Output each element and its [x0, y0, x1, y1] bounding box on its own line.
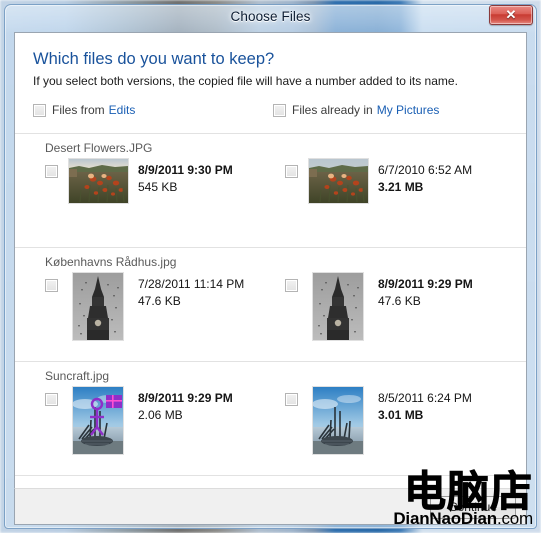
file-version-right[interactable]: 8/9/2011 9:29 PM 47.6 KB [285, 273, 473, 345]
file-versions: 8/9/2011 9:30 PM 545 KB 6/7/2010 6:52 AM… [15, 159, 526, 237]
file-conflict-list: Desert Flowers.JPG 8/9/2011 9:30 PM 545 … [15, 133, 526, 477]
dialog-footer: Continue [14, 488, 527, 525]
column-header-right-link[interactable]: My Pictures [377, 103, 440, 117]
column-header-edits[interactable]: Files from Edits [33, 103, 135, 117]
file-version-size: 2.06 MB [138, 407, 183, 422]
file-version-date: 8/9/2011 9:29 PM [138, 391, 233, 406]
file-group: Københavns Rådhus.jpg 7/28/2011 11:14 PM… [15, 248, 526, 363]
instruction-text: If you select both versions, the copied … [33, 73, 458, 88]
dialog-client-area: Which files do you want to keep? If you … [14, 32, 527, 488]
file-version-meta: 7/28/2011 11:14 PM 47.6 KB [138, 273, 244, 308]
close-button[interactable]: ✕ [489, 5, 533, 25]
file-version-meta: 8/9/2011 9:29 PM 2.06 MB [138, 387, 233, 422]
file-version-left[interactable]: 7/28/2011 11:14 PM 47.6 KB [45, 273, 244, 345]
radhus-tower-thumbnail [68, 273, 128, 345]
file-version-checkbox[interactable] [285, 165, 298, 179]
file-version-date: 6/7/2010 6:52 AM [378, 163, 473, 178]
file-group: Desert Flowers.JPG 8/9/2011 9:30 PM 545 … [15, 134, 526, 249]
file-version-meta: 6/7/2010 6:52 AM 3.21 MB [378, 159, 472, 194]
file-version-size: 3.01 MB [378, 407, 424, 422]
column-headers: Files from Edits Files already in My Pic… [15, 103, 526, 133]
file-version-right[interactable]: 8/5/2011 6:24 PM 3.01 MB [285, 387, 472, 459]
file-name-label: Suncraft.jpg [45, 369, 110, 384]
select-all-right-checkbox[interactable] [273, 103, 286, 117]
column-header-my-pictures[interactable]: Files already in My Pictures [273, 103, 439, 117]
close-icon: ✕ [505, 7, 517, 22]
choose-files-dialog: Choose Files ✕ Which files do you want t… [0, 0, 541, 533]
file-version-date: 8/5/2011 6:24 PM [378, 391, 472, 406]
page-title: Which files do you want to keep? [33, 50, 275, 68]
column-header-left-link[interactable]: Edits [109, 103, 136, 117]
file-version-meta: 8/9/2011 9:29 PM 47.6 KB [378, 273, 473, 308]
file-version-size: 47.6 KB [138, 293, 181, 308]
dialog-header: Which files do you want to keep? If you … [15, 33, 526, 88]
file-version-checkbox[interactable] [45, 165, 58, 179]
suncraft-original-thumbnail [308, 387, 368, 459]
file-version-size: 3.21 MB [378, 179, 424, 194]
file-name-label: Københavns Rådhus.jpg [45, 255, 177, 270]
file-version-date: 8/9/2011 9:29 PM [378, 277, 473, 292]
radhus-tower-thumbnail [308, 273, 368, 345]
desert-flowers-thumbnail [308, 159, 368, 231]
file-version-right[interactable]: 6/7/2010 6:52 AM 3.21 MB [285, 159, 472, 231]
column-header-right-prefix: Files already in [292, 103, 373, 118]
file-versions: 7/28/2011 11:14 PM 47.6 KB 8/9/2011 9:29… [15, 273, 526, 351]
title-bar: Choose Files ✕ [4, 4, 537, 32]
file-version-size: 545 KB [138, 179, 178, 194]
file-name-label: Desert Flowers.JPG [45, 141, 153, 156]
file-version-checkbox[interactable] [45, 279, 58, 293]
file-version-left[interactable]: 8/9/2011 9:30 PM 545 KB [45, 159, 233, 231]
select-all-left-checkbox[interactable] [33, 103, 46, 117]
file-group: Suncraft.jpg 8/9/2011 9:29 PM 2.06 MB 8/… [15, 362, 526, 477]
file-versions: 8/9/2011 9:29 PM 2.06 MB 8/5/2011 6:24 P… [15, 387, 526, 465]
window-title: Choose Files [230, 9, 311, 24]
continue-button[interactable]: Continue [430, 496, 516, 519]
file-version-meta: 8/5/2011 6:24 PM 3.01 MB [378, 387, 472, 422]
desert-flowers-thumbnail [68, 159, 128, 231]
file-version-meta: 8/9/2011 9:30 PM 545 KB [138, 159, 233, 194]
file-version-size: 47.6 KB [378, 293, 421, 308]
suncraft-edited-thumbnail [68, 387, 128, 459]
file-version-date: 7/28/2011 11:14 PM [138, 277, 245, 292]
file-version-checkbox[interactable] [285, 279, 298, 293]
file-version-left[interactable]: 8/9/2011 9:29 PM 2.06 MB [45, 387, 233, 459]
file-version-date: 8/9/2011 9:30 PM [138, 163, 233, 178]
file-version-checkbox[interactable] [45, 393, 58, 407]
file-version-checkbox[interactable] [285, 393, 298, 407]
column-header-left-prefix: Files from [52, 103, 105, 118]
